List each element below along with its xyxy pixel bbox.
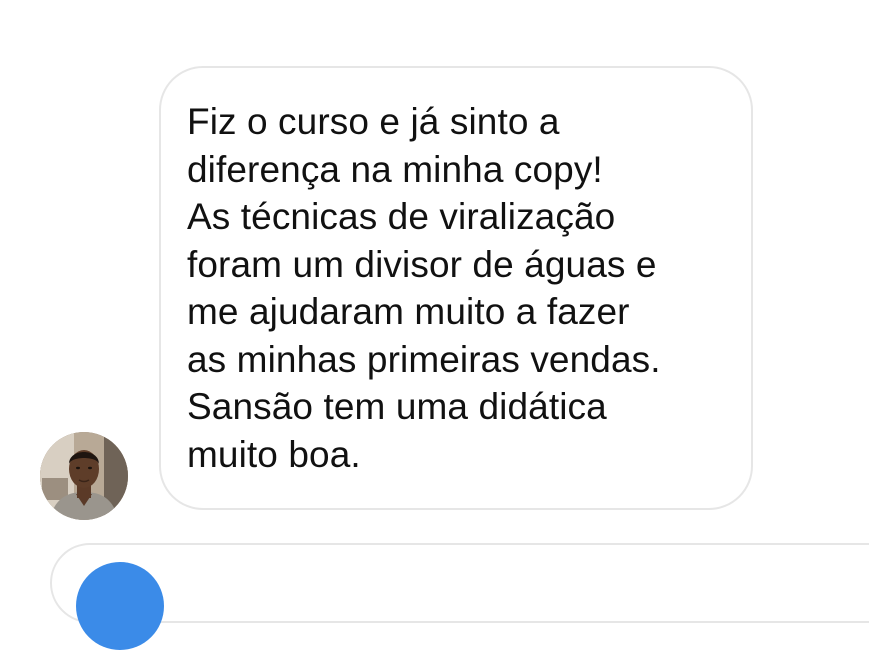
user-photo-icon xyxy=(40,432,128,520)
message-bubble[interactable]: Fiz o curso e já sinto a diferença na mi… xyxy=(159,66,753,510)
next-message-bubble[interactable] xyxy=(50,543,869,623)
next-sender-avatar[interactable] xyxy=(76,562,164,650)
message-row: Fiz o curso e já sinto a diferença na mi… xyxy=(0,0,869,530)
message-text: Fiz o curso e já sinto a diferença na mi… xyxy=(187,101,661,475)
sender-avatar[interactable] xyxy=(40,432,128,520)
